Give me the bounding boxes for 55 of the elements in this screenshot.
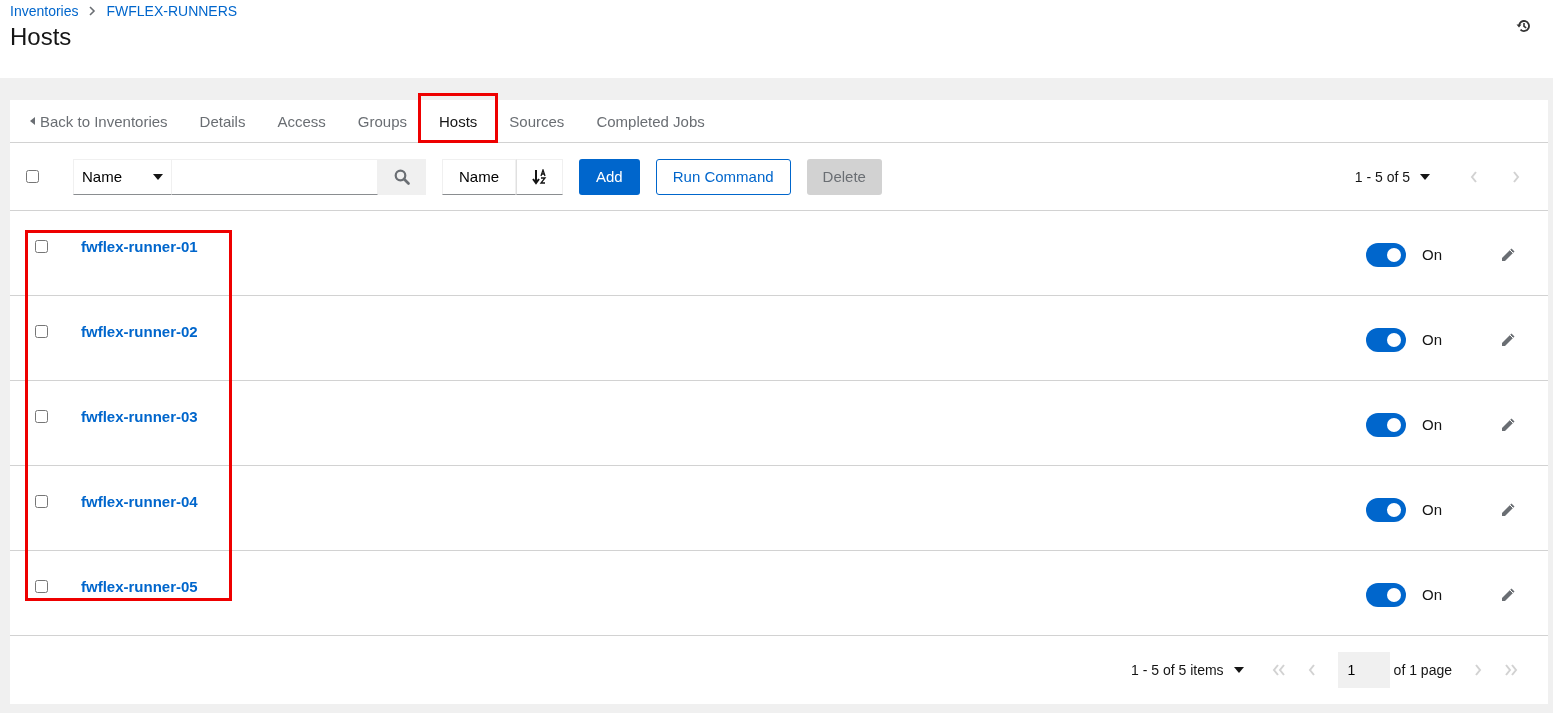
host-link[interactable]: fwflex-runner-02 <box>81 323 198 340</box>
breadcrumb-link[interactable]: Inventories <box>10 3 79 19</box>
back-tab[interactable]: Back to Inventories <box>30 100 184 142</box>
caret-down-icon <box>153 173 163 180</box>
select-all-checkbox[interactable] <box>26 170 39 183</box>
caret-down-icon <box>1233 667 1244 673</box>
page-number-field[interactable]: 1 <box>1337 652 1390 688</box>
toggle-label: On <box>1422 416 1442 433</box>
toggle-label: On <box>1422 246 1442 263</box>
tab[interactable]: Groups <box>341 100 423 142</box>
host-link[interactable]: fwflex-runner-05 <box>81 578 198 595</box>
page-title: Hosts <box>10 23 72 51</box>
row-checkbox[interactable] <box>35 240 48 253</box>
pencil-icon[interactable] <box>1500 247 1516 263</box>
toggle-switch[interactable] <box>1366 583 1406 607</box>
page-range-dropdown[interactable]: 1 - 5 of 5 <box>1348 167 1436 186</box>
items-per-page-dropdown[interactable]: 1 - 5 of 5 items <box>1125 661 1250 679</box>
toggle-label: On <box>1422 586 1442 603</box>
chevron-right-icon <box>88 6 97 16</box>
toggle-switch[interactable] <box>1366 328 1406 352</box>
sort-alpha-icon <box>531 168 548 185</box>
caret-left-icon <box>30 117 35 125</box>
search-button[interactable] <box>378 158 426 195</box>
add-button[interactable]: Add <box>579 158 640 195</box>
toggle-label: On <box>1422 331 1442 348</box>
row-checkbox[interactable] <box>35 410 48 423</box>
history-icon[interactable] <box>1516 18 1532 34</box>
row-checkbox[interactable] <box>35 580 48 593</box>
toggle-switch[interactable] <box>1366 413 1406 437</box>
row-checkbox[interactable] <box>35 325 48 338</box>
caret-down-icon <box>1420 173 1430 180</box>
host-link[interactable]: fwflex-runner-01 <box>81 238 198 255</box>
toggle-switch[interactable] <box>1366 243 1406 267</box>
pencil-icon[interactable] <box>1500 502 1516 518</box>
tab[interactable]: Details <box>183 100 262 142</box>
toggle-label: On <box>1422 501 1442 518</box>
search-icon <box>394 168 410 185</box>
page-count: of 1 page <box>1393 662 1452 678</box>
tab[interactable]: Hosts <box>423 100 494 142</box>
host-link[interactable]: fwflex-runner-03 <box>81 408 198 425</box>
sort-direction-button[interactable] <box>516 158 563 195</box>
pencil-icon[interactable] <box>1500 417 1516 433</box>
sort-field-dropdown[interactable]: Name <box>442 158 516 195</box>
pencil-icon[interactable] <box>1500 332 1516 348</box>
row-checkbox[interactable] <box>35 495 48 508</box>
breadcrumb-link[interactable]: FWFLEX-RUNNERS <box>106 3 238 19</box>
host-link[interactable]: fwflex-runner-04 <box>81 493 198 510</box>
search-field[interactable] <box>172 158 378 195</box>
tab[interactable]: Completed Jobs <box>580 100 721 142</box>
toggle-switch[interactable] <box>1366 498 1406 522</box>
run-command-button[interactable]: Run Command <box>655 158 791 195</box>
tab[interactable]: Sources <box>493 100 581 142</box>
pencil-icon[interactable] <box>1500 587 1516 603</box>
tab[interactable]: Access <box>261 100 342 142</box>
filter-dropdown[interactable]: Name <box>73 158 172 195</box>
